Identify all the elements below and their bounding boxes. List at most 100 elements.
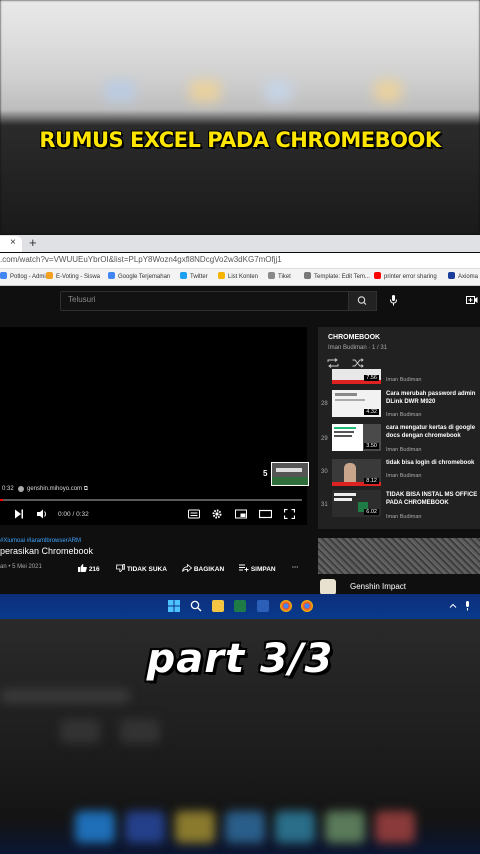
playlist-thumbnail[interactable]: 7.56 xyxy=(332,369,381,384)
bookmark-item[interactable]: Twitter xyxy=(180,272,208,280)
playlist-thumbnail[interactable]: 3.50 xyxy=(332,424,381,451)
save-playlist-icon xyxy=(239,564,249,572)
playlist-item-title[interactable]: Cara merubah password admin DLink DWR M9… xyxy=(386,390,480,406)
share-button[interactable]: BAGIKAN xyxy=(182,563,225,573)
bookmark-icon xyxy=(0,272,7,279)
mic-tray-icon[interactable] xyxy=(464,601,471,611)
share-label: BAGIKAN xyxy=(193,566,225,573)
bookmark-item[interactable]: Google Terjemahan xyxy=(108,272,170,280)
chevron-up-icon[interactable] xyxy=(449,602,457,610)
url-text[interactable]: .com/watch?v=VWUUEuYbrOI&list=PLpY8Wozn4… xyxy=(0,255,282,264)
taskbar-search-icon[interactable] xyxy=(190,600,202,612)
bookmark-icon xyxy=(448,272,455,279)
bookmark-label: Potlog - Admin xyxy=(10,274,50,280)
bookmark-item[interactable]: Axioma xyxy=(448,272,478,280)
bookmark-icon xyxy=(268,272,275,279)
bookmark-label: Axioma xyxy=(458,274,479,280)
playlist-thumbnail[interactable]: 8.12 xyxy=(332,459,381,486)
playlist-duration: 8.12 xyxy=(364,478,379,484)
miniplayer-icon[interactable] xyxy=(235,509,247,519)
recommended-channel-label[interactable]: Genshin Impact xyxy=(350,582,406,591)
blurred-background-top xyxy=(0,0,480,235)
bookmark-label: E-Voting - Siswa xyxy=(56,274,101,280)
playlist-thumbnail[interactable]: 6.02 xyxy=(332,490,381,517)
playlist-title[interactable]: CHROMEBOOK xyxy=(328,334,380,341)
bookmark-icon xyxy=(46,272,53,279)
excel-icon[interactable] xyxy=(234,600,246,612)
fullscreen-icon[interactable] xyxy=(284,509,295,519)
like-count: 216 xyxy=(88,566,100,573)
bookmark-item[interactable]: List Konten xyxy=(218,272,258,280)
mic-icon[interactable] xyxy=(389,295,398,306)
playlist-duration: 3.50 xyxy=(364,443,379,449)
progress-fill xyxy=(0,499,4,501)
bookmark-icon xyxy=(108,272,115,279)
captions-icon[interactable] xyxy=(188,509,200,519)
browser-tab-bar xyxy=(0,235,480,252)
more-actions-button[interactable]: ··· xyxy=(292,564,299,571)
loop-icon[interactable] xyxy=(327,358,339,368)
video-time: 0:00 / 0:32 xyxy=(58,511,89,518)
bookmark-item[interactable]: Tiket xyxy=(268,272,291,280)
shuffle-icon[interactable] xyxy=(352,358,364,368)
playlist-item-number: 28 xyxy=(321,401,328,407)
search-input[interactable] xyxy=(60,291,349,311)
word-icon[interactable] xyxy=(257,600,269,612)
playlist-duration: 4.32 xyxy=(364,409,379,415)
bookmark-item[interactable]: Potlog - Admin xyxy=(0,272,49,280)
channel-avatar[interactable] xyxy=(320,579,336,595)
share-icon xyxy=(182,563,193,573)
thumbs-down-icon xyxy=(115,564,126,573)
search-placeholder: Telusuri xyxy=(68,295,96,304)
bookmark-icon xyxy=(180,272,187,279)
part-indicator-caption: part 3/3 xyxy=(146,636,334,682)
playlist-item-title[interactable]: TIDAK BISA INSTAL MS OFFICE PADA CHROMEB… xyxy=(386,491,480,507)
bookmark-item[interactable]: E-Voting - Siswa xyxy=(46,272,100,280)
playlist-item-number: 31 xyxy=(321,502,328,508)
playlist-duration: 6.02 xyxy=(364,509,379,515)
bookmark-item[interactable]: Template: Edit Tem... xyxy=(304,272,370,280)
dislike-label: TIDAK SUKA xyxy=(126,566,167,573)
volume-icon[interactable] xyxy=(37,509,48,519)
playlist-thumbnail[interactable]: 4.32 xyxy=(332,390,381,417)
new-tab-button[interactable]: + xyxy=(29,235,37,250)
bookmark-label: Tiket xyxy=(278,274,291,280)
playlist-item-title[interactable]: tidak bisa login di chromebook xyxy=(386,459,480,467)
video-watermark-link[interactable]: genshin.mihoyo.com ⧉ xyxy=(27,486,88,493)
bookmark-item[interactable]: printer error sharing xyxy=(374,272,437,280)
end-card-thumbnail[interactable] xyxy=(271,462,309,486)
playlist-subtitle: Iman Budiman · 1 / 31 xyxy=(328,345,388,351)
video-hashtags[interactable]: #Xiumoai #laramlbrowserARM xyxy=(0,538,81,544)
bookmark-label: printer error sharing xyxy=(384,274,437,280)
save-label: SIMPAN xyxy=(250,566,276,573)
thumbs-up-icon xyxy=(78,564,87,572)
video-player[interactable] xyxy=(0,327,307,525)
play-icon[interactable] xyxy=(14,509,24,519)
bookmark-label: Template: Edit Tem... xyxy=(314,274,370,280)
search-button[interactable] xyxy=(348,291,377,311)
bookmark-label: List Konten xyxy=(228,274,259,280)
playlist-duration: 7.56 xyxy=(364,375,379,381)
playlist-item-author: Iman Budiman xyxy=(386,412,422,418)
close-tab-icon[interactable]: × xyxy=(10,237,16,248)
end-card-number: 5 xyxy=(263,469,268,478)
like-button[interactable]: 216 xyxy=(78,564,100,573)
dislike-button[interactable]: TIDAK SUKA xyxy=(115,564,167,573)
bookmark-label: Google Terjemahan xyxy=(118,274,171,280)
create-video-icon[interactable] xyxy=(466,295,478,305)
playlist-item-title[interactable]: cara mengatur kertas di google docs deng… xyxy=(386,424,480,440)
bookmark-icon xyxy=(374,272,381,279)
progress-bar[interactable] xyxy=(0,499,302,501)
file-explorer-icon[interactable] xyxy=(212,600,224,612)
bookmark-icon xyxy=(218,272,225,279)
chrome-icon[interactable] xyxy=(280,600,292,612)
video-meta: an • 5 Mei 2021 xyxy=(0,564,42,570)
theater-icon[interactable] xyxy=(259,509,272,519)
search-icon xyxy=(357,296,367,305)
recommended-thumbnail-placeholder[interactable] xyxy=(318,538,480,574)
playlist-item-author: Iman Budiman xyxy=(386,514,422,520)
gear-icon[interactable] xyxy=(212,509,222,519)
save-button[interactable]: SIMPAN xyxy=(239,564,276,573)
windows-start-icon[interactable] xyxy=(168,600,180,612)
chrome-icon[interactable] xyxy=(301,600,313,612)
